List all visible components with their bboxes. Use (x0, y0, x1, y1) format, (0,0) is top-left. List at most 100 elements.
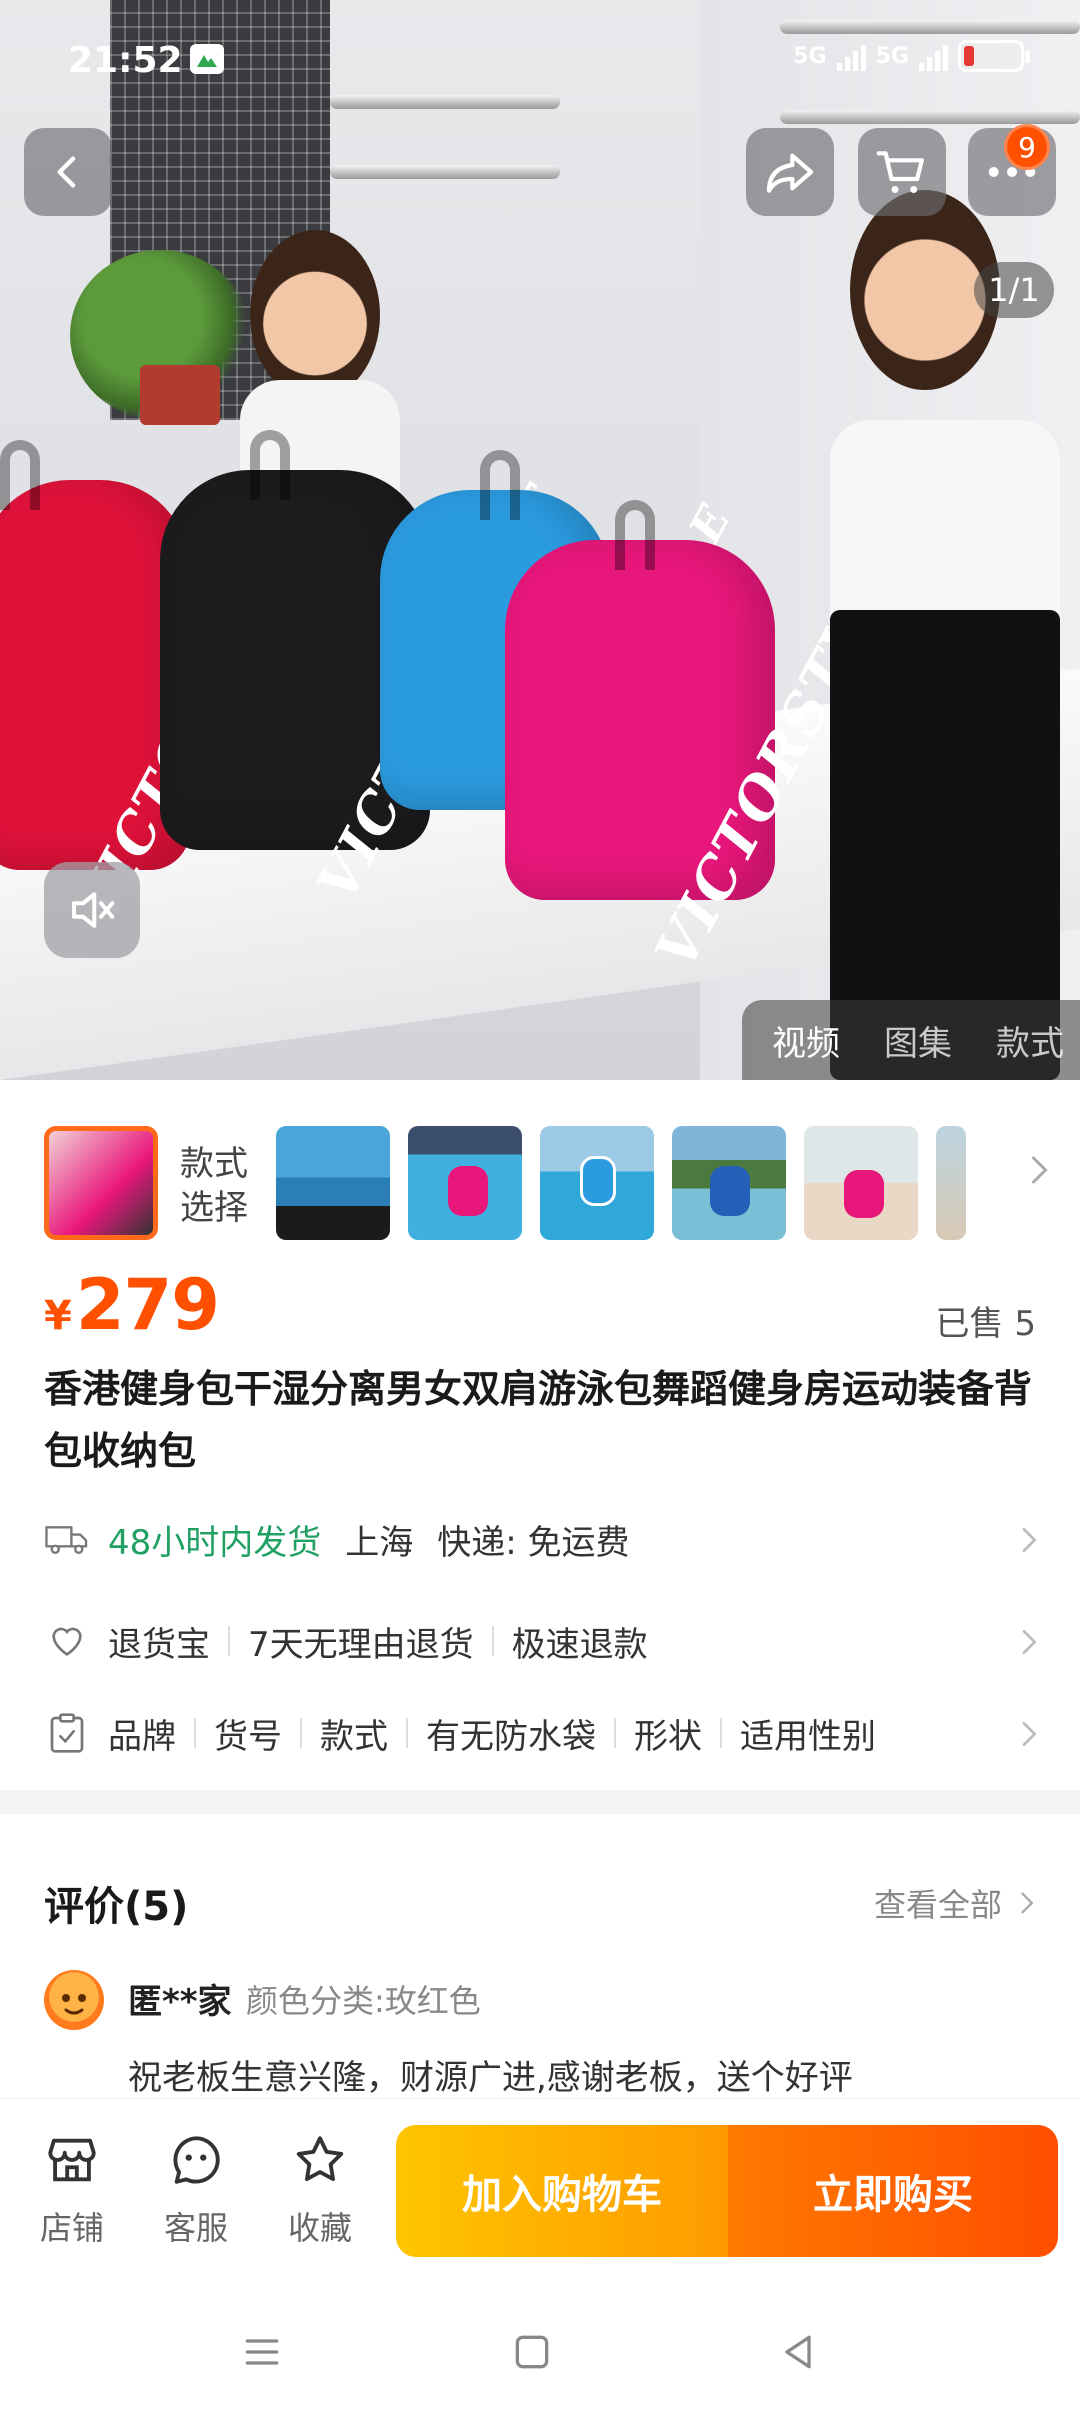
services-row[interactable]: 退货宝 7天无理由退货 极速退款 (44, 1606, 1044, 1676)
media-tabs: 视频 图集 款式 (742, 1000, 1080, 1080)
share-icon (766, 153, 814, 193)
network-label: 5G (875, 43, 909, 69)
store-icon (48, 2138, 96, 2182)
variant-label-line: 款式 (180, 1144, 248, 1184)
service-return-insurance: 退货宝 (108, 1624, 210, 1665)
param-style: 款式 (320, 1716, 388, 1757)
signal-icon (836, 41, 866, 71)
price-value: 279 (75, 1264, 220, 1346)
product-title: 香港健身包干湿分离男女双肩游泳包舞蹈健身房运动装备背包收纳包 (44, 1367, 1033, 1473)
muted-speaker-icon (71, 892, 115, 928)
tab-gallery[interactable]: 图集 (884, 1016, 952, 1065)
home-button[interactable] (510, 2330, 554, 2378)
star-icon (296, 2136, 344, 2182)
back-triangle-icon (785, 2335, 811, 2369)
media-page-counter: 1/1 (974, 262, 1054, 318)
variant-thumbnail[interactable] (672, 1126, 786, 1240)
variant-thumbnail[interactable] (804, 1126, 918, 1240)
variant-thumbnail[interactable] (408, 1126, 522, 1240)
reviews-title: 评价(5) (44, 1884, 189, 1930)
param-gender: 适用性别 (740, 1716, 876, 1757)
separator (194, 1718, 196, 1748)
separator (300, 1718, 302, 1748)
cart-button[interactable] (858, 128, 946, 216)
shop-button[interactable]: 店铺 (22, 2131, 122, 2249)
review-variant: 颜色分类:玫红色 (246, 1982, 481, 2020)
review-text: 祝老板生意兴隆，财源广进,感谢老板，送个好评 (128, 2058, 853, 2098)
variant-thumbnail[interactable] (276, 1126, 390, 1240)
variant-thumbnail[interactable] (936, 1126, 966, 1240)
chat-face-icon (173, 2136, 220, 2184)
menu-lines-icon (245, 2339, 279, 2365)
home-square-icon (515, 2335, 549, 2369)
service-fast-refund: 极速退款 (511, 1624, 648, 1665)
system-back-button[interactable] (776, 2330, 820, 2378)
chevron-right-icon (1021, 1892, 1034, 1914)
separator (228, 1626, 230, 1656)
more-button[interactable]: 9 (968, 124, 1056, 216)
battery-icon (958, 40, 1030, 72)
status-indicators: 5G 5G (793, 40, 1030, 72)
separator (406, 1718, 408, 1748)
mute-button[interactable] (44, 862, 140, 958)
recent-apps-button[interactable] (240, 2330, 284, 2378)
chevron-right-icon (1022, 1630, 1037, 1654)
view-all-label: 查看全部 (873, 1886, 1002, 1924)
favorite-button[interactable]: 收藏 (270, 2131, 370, 2249)
chevron-right-icon (1022, 1722, 1037, 1746)
courier-fee: 快递: 免运费 (437, 1522, 630, 1563)
dispatch-time: 48小时内发货 (108, 1522, 322, 1563)
clipboard-icon (44, 1710, 90, 1756)
param-brand: 品牌 (108, 1716, 176, 1757)
shop-label: 店铺 (39, 2209, 104, 2247)
reviewer-avatar (44, 1970, 104, 2030)
cart-icon (876, 151, 924, 193)
chevron-right-icon (1032, 1156, 1048, 1184)
back-button[interactable] (24, 128, 112, 216)
params-row[interactable]: 品牌 货号 款式 有无防水袋 形状 适用性别 (44, 1698, 1044, 1768)
ship-from-location: 上海 (345, 1522, 414, 1563)
add-to-cart-button[interactable]: 加入购物车 (396, 2125, 728, 2257)
heart-icon (44, 1618, 90, 1664)
notification-app-icon (190, 44, 224, 74)
share-button[interactable] (746, 128, 834, 216)
separator (720, 1718, 722, 1748)
reviewer-name: 匿**家 (128, 1982, 232, 2022)
network-label: 5G (793, 43, 827, 69)
thumbnails-more-button[interactable] (1020, 1152, 1056, 1192)
bottom-action-bar: 店铺 客服 收藏 加入购物车 立即购买 (0, 2098, 1080, 2268)
buy-now-button[interactable]: 立即购买 (728, 2125, 1058, 2257)
signal-icon (919, 41, 948, 71)
tab-video[interactable]: 视频 (772, 1016, 840, 1065)
system-navigation-bar (0, 2290, 1080, 2412)
customer-service-button[interactable]: 客服 (146, 2131, 246, 2249)
param-item-number: 货号 (214, 1716, 282, 1757)
cart-count-badge: 9 (1004, 124, 1050, 170)
sold-count: 已售 5 (935, 1304, 1036, 1344)
hero-towel-rail (330, 165, 560, 179)
separator (491, 1626, 494, 1656)
param-waterproof-bag: 有无防水袋 (426, 1716, 596, 1757)
tab-variants[interactable]: 款式 (996, 1016, 1064, 1065)
customer-service-label: 客服 (163, 2209, 228, 2247)
shipping-row[interactable]: 48小时内发货 上海 快递: 免运费 (44, 1504, 1044, 1574)
service-7day-return: 7天无理由退货 (248, 1624, 474, 1665)
chevron-left-icon (57, 156, 76, 188)
section-divider (0, 1790, 1080, 1814)
variant-thumbnails: 款式 选择 (0, 1112, 1080, 1248)
truck-icon (44, 1516, 90, 1562)
favorite-label: 收藏 (287, 2209, 352, 2247)
variant-thumbnail-selected[interactable] (44, 1126, 158, 1240)
variant-thumbnail[interactable] (540, 1126, 654, 1240)
hero-plant-pot (140, 365, 220, 425)
status-bar: 21:52 5G 5G (0, 0, 1080, 120)
price-currency: ¥ (44, 1293, 72, 1339)
variant-select-label[interactable]: 款式 选择 (180, 1142, 270, 1230)
view-all-reviews-link[interactable]: 查看全部 (874, 1880, 1040, 1926)
separator (614, 1718, 616, 1748)
product-price: ¥ 279 (44, 1264, 220, 1346)
hero-bag-pink: VICTORSTYLE (505, 500, 925, 979)
chevron-right-icon (1022, 1528, 1037, 1552)
status-time: 21:52 (68, 40, 183, 81)
param-shape: 形状 (634, 1716, 702, 1757)
